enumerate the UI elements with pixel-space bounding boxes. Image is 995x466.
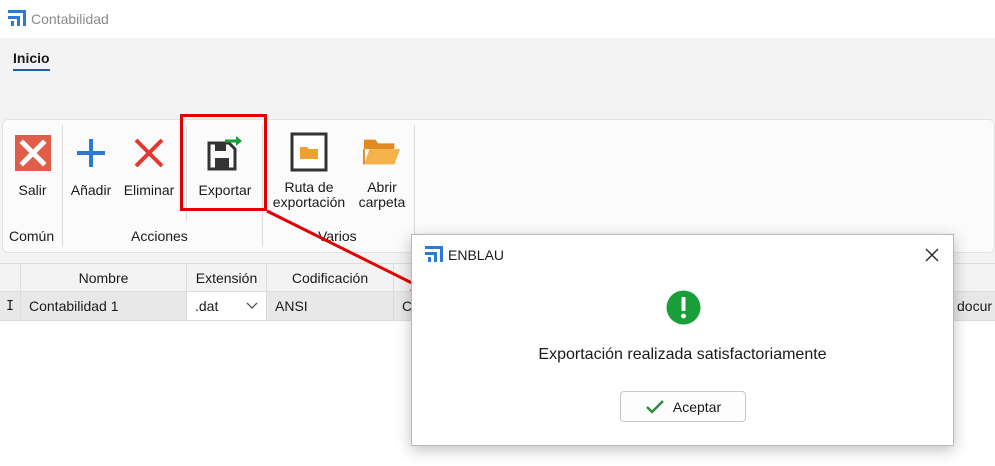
folder-path-icon	[289, 130, 329, 174]
extension-dropdown[interactable]: .dat	[187, 292, 267, 320]
group-separator	[414, 125, 415, 247]
title-bar: Contabilidad	[0, 0, 995, 38]
group-label-acciones: Acciones	[131, 228, 188, 244]
cell-codificacion[interactable]: ANSI	[267, 292, 394, 320]
chevron-down-icon	[246, 302, 258, 309]
anadir-button[interactable]: Añadir	[66, 133, 116, 198]
column-header-codificacion[interactable]: Codificación	[267, 264, 394, 291]
plus-icon	[71, 133, 111, 173]
exclamation-success-icon	[666, 290, 701, 325]
ruta-exportacion-button[interactable]: Ruta de exportación	[268, 130, 350, 210]
delete-x-icon	[129, 133, 169, 173]
salir-label: Salir	[18, 182, 47, 198]
group-label-varios: Varios	[318, 228, 357, 244]
group-separator	[62, 125, 63, 247]
checkmark-icon	[646, 399, 664, 414]
dialog-message: Exportación realizada satisfactoriamente	[538, 346, 827, 363]
anadir-label: Añadir	[70, 182, 112, 198]
ruta-label-line2: exportación	[272, 194, 346, 210]
app-logo-icon	[425, 246, 443, 262]
column-header-nombre[interactable]: Nombre	[21, 264, 187, 291]
exit-icon	[13, 133, 53, 173]
abrir-label-line2: carpeta	[358, 194, 406, 210]
row-marker: I	[0, 292, 21, 320]
ruta-label-line1: Ruta de	[284, 179, 334, 195]
row-marker-header	[0, 264, 21, 291]
app-logo-icon	[8, 10, 26, 26]
aceptar-button[interactable]: Aceptar	[620, 391, 746, 422]
eliminar-label: Eliminar	[123, 182, 175, 198]
highlight-box	[180, 114, 267, 211]
cell-nombre[interactable]: Contabilidad 1	[21, 292, 187, 320]
tab-inicio[interactable]: Inicio	[13, 50, 50, 71]
eliminar-button[interactable]: Eliminar	[120, 133, 178, 198]
open-folder-icon	[362, 130, 402, 174]
close-icon[interactable]	[922, 245, 942, 265]
abrir-label-line1: Abrir	[367, 179, 397, 195]
group-label-comun: Común	[9, 228, 55, 244]
aceptar-label: Aceptar	[672, 398, 722, 415]
cell-last[interactable]: docur	[957, 292, 995, 320]
window-title: Contabilidad	[31, 11, 109, 27]
column-header-extension[interactable]: Extensión	[187, 264, 267, 291]
abrir-carpeta-button[interactable]: Abrir carpeta	[353, 130, 411, 210]
salir-button[interactable]: Salir	[10, 133, 55, 198]
export-success-dialog: ENBLAU Exportación realizada satisfactor…	[411, 234, 954, 446]
extension-value: .dat	[195, 298, 219, 314]
dialog-title: ENBLAU	[448, 247, 505, 263]
